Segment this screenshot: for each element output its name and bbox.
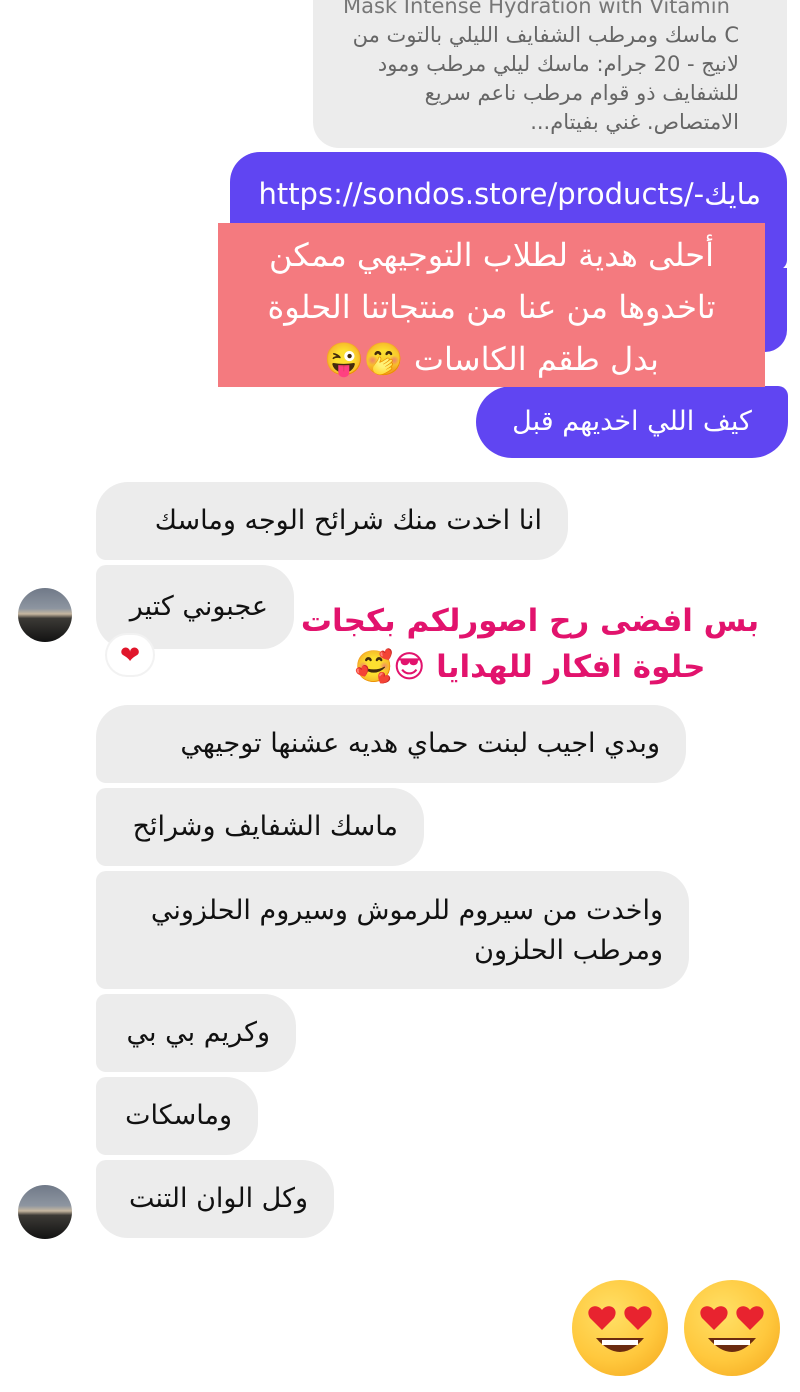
sender-avatar[interactable] (18, 1185, 72, 1239)
story-pink-text: بس افضى رح اصورلكم بكجات حلوة افكار للهد… (300, 598, 760, 690)
outgoing-message-text: كيف اللي اخديهم قبل (512, 406, 752, 437)
incoming-message-bubble[interactable]: وبدي اجيب لبنت حماي هديه عشنها توجيهي (96, 705, 686, 783)
incoming-message-text: انا اخدت منك شرائح الوجه وماسك (154, 505, 542, 536)
heart-reaction-icon[interactable]: ❤ (107, 635, 153, 675)
incoming-message-text: وبدي اجيب لبنت حماي هديه عشنها توجيهي (180, 728, 660, 759)
incoming-message-text: وكريم بي بي (126, 1017, 270, 1048)
caption-line-1: أحلى هدية لطلاب التوجيهي ممكن (269, 236, 714, 274)
sender-avatar[interactable] (18, 588, 72, 642)
heart-eyes-emoji-icon (684, 1280, 780, 1376)
pink-text-line-2: حلوة افكار للهدايا 😎🥰 (354, 649, 706, 685)
incoming-message-bubble[interactable]: انا اخدت منك شرائح الوجه وماسك (96, 482, 568, 560)
incoming-message-text: واخدت من سيروم للرموش وسيروم الحلزوني وم… (150, 895, 663, 966)
incoming-message-text: ماسك الشفايف وشرائح (132, 811, 398, 842)
incoming-message-bubble[interactable]: وكريم بي بي (96, 994, 296, 1072)
incoming-message-bubble[interactable]: وكل الوان التنت (96, 1160, 334, 1238)
outgoing-message-bubble[interactable]: كيف اللي اخديهم قبل (476, 386, 788, 458)
link-preview-title: Mask Intense Hydration with Vitamin (343, 0, 730, 18)
incoming-message-bubble[interactable]: واخدت من سيروم للرموش وسيروم الحلزوني وم… (96, 871, 689, 989)
link-preview-card[interactable]: Mask Intense Hydration with Vitamin C ما… (313, 0, 787, 148)
link-preview-description: C ماسك ومرطب الشفايف الليلي بالتوت من لا… (352, 23, 739, 134)
url-text[interactable]: مايك-/https://sondos.store/products (258, 177, 761, 211)
incoming-message-bubble[interactable]: ماسك الشفايف وشرائح (96, 788, 424, 866)
incoming-message-text: عجبوني كتير (129, 591, 268, 622)
incoming-message-bubble[interactable]: وماسكات (96, 1077, 258, 1155)
heart-eyes-emoji-icon (572, 1280, 668, 1376)
caption-line-2: تاخدوها من عنا من منتجاتنا الحلوة (267, 288, 716, 326)
pink-text-line-1: بس افضى رح اصورلكم بكجات (300, 603, 760, 639)
incoming-message-text: وكل الوان التنت (128, 1183, 308, 1214)
caption-line-3: بدل طقم الكاسات 🤭😜 (324, 340, 659, 378)
story-caption-box: أحلى هدية لطلاب التوجيهي ممكن تاخدوها من… (218, 223, 765, 387)
incoming-message-text: وماسكات (125, 1100, 232, 1131)
